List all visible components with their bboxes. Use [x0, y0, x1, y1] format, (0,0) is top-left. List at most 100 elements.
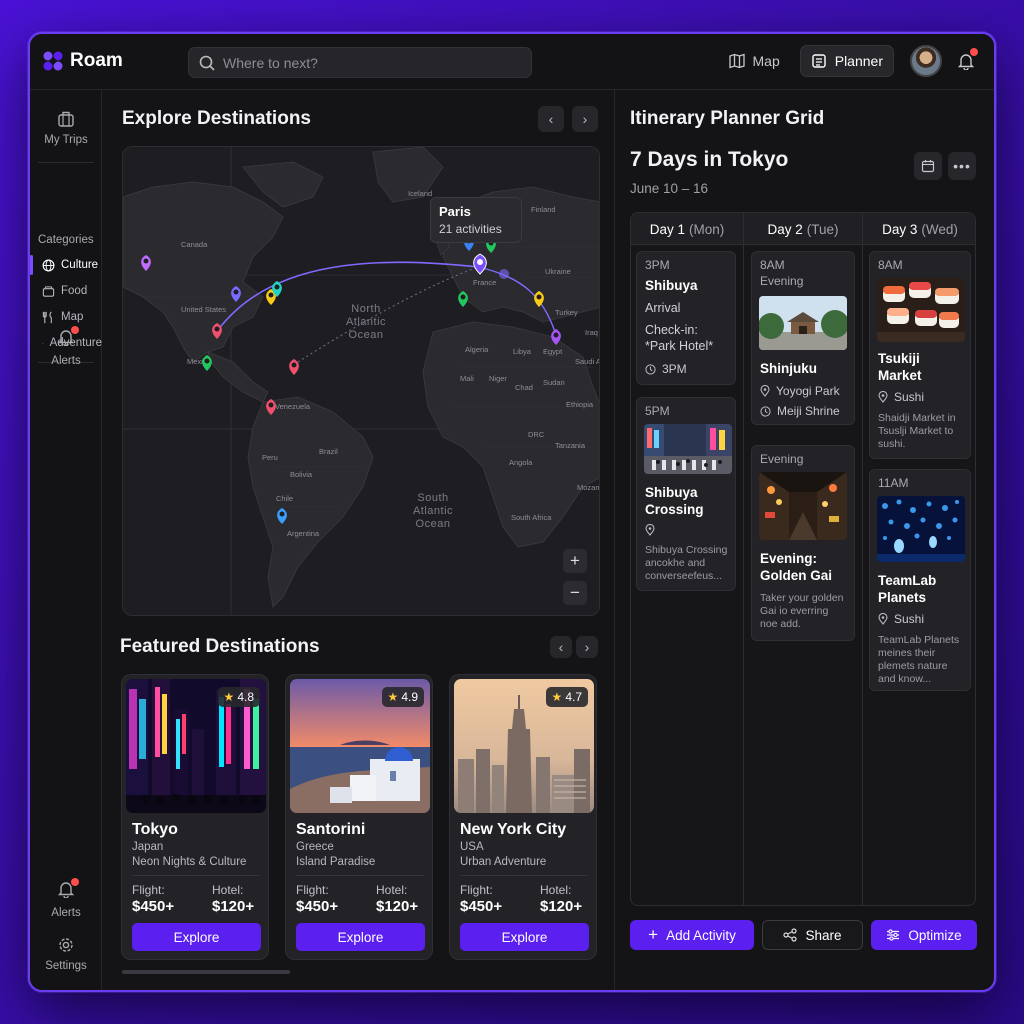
destination-card-santorini[interactable]: ★ 4.9 Santorini Greece Island Paradise Fl… — [285, 674, 433, 960]
rating-badge: ★ 4.7 — [545, 687, 588, 707]
alerts-icon-wrap — [57, 326, 79, 349]
explore-button[interactable]: Explore — [460, 923, 589, 951]
add-activity-label: Add Activity — [666, 927, 736, 943]
user-avatar[interactable] — [910, 45, 942, 77]
trip-title: 7 Days in Tokyo — [630, 148, 789, 171]
sushi-image — [877, 278, 965, 342]
tooltip-activities: 21 activities — [439, 222, 502, 236]
day-1-header[interactable]: Day 1 (Mon) — [631, 213, 743, 245]
more-dots-icon: ••• — [953, 158, 971, 174]
featured-prev-button[interactable]: ‹ — [550, 636, 572, 658]
day-3-header[interactable]: Day 3 (Wed) — [863, 213, 975, 245]
activity-card-golden-gai[interactable]: Evening Evening: Golden Gai Taker your g… — [751, 445, 855, 641]
rating-value: 4.7 — [565, 690, 582, 704]
map-label-chad: Chad — [515, 383, 533, 392]
ocean-label-north-1: North — [351, 303, 380, 315]
zoom-in-button[interactable]: + — [563, 549, 587, 573]
featured-title: Featured Destinations — [120, 636, 320, 657]
rating-badge: ★ 4.8 — [217, 687, 260, 707]
more-options-button[interactable]: ••• — [948, 152, 976, 180]
explore-prev-button[interactable]: ‹ — [538, 106, 564, 132]
sidebar-category-culture[interactable]: Culture — [30, 254, 102, 276]
sidebar-category-map[interactable]: Map — [30, 306, 102, 328]
map-nav-button[interactable]: Map — [719, 45, 790, 77]
add-activity-button[interactable]: + Add Activity — [630, 920, 754, 950]
flight-label: Flight: — [296, 883, 329, 897]
notification-dot — [970, 48, 978, 56]
featured-next-button[interactable]: › — [576, 636, 598, 658]
activity-card-teamlab[interactable]: 11AM TeamLab Planets Sushi TeamLab Plane… — [869, 469, 971, 691]
calendar-button[interactable] — [914, 152, 942, 180]
activity-title: Tsukiji — [878, 351, 920, 366]
flight-price: $450+ — [132, 898, 175, 915]
chevron-left-icon: ‹ — [558, 639, 564, 655]
map-label-mozambique: Mozamb — [577, 483, 600, 492]
destination-card-new-york[interactable]: ★ 4.7 New York City USA Urban Adventure F… — [449, 674, 597, 960]
activity-card-shinjuku[interactable]: 8AM Evening Shinjuku Yoyogi Park Meiji S… — [751, 251, 855, 425]
activity-card-tsukiji[interactable]: 8AM Tsukiji Market Sushi Shaidji Market … — [869, 251, 971, 459]
zoom-out-button[interactable]: − — [563, 581, 587, 605]
column-divider — [743, 213, 744, 905]
activity-text: *Park Hotel* — [645, 339, 714, 353]
search-input[interactable] — [223, 54, 513, 71]
map-label-us: United States — [181, 305, 226, 314]
activity-title: Evening: — [760, 551, 818, 566]
weekday-label: (Mon) — [689, 221, 725, 237]
activity-description: Shaidji Market in Tsuslji Market to sush… — [878, 412, 956, 450]
top-bar: Roam Map Planner — [30, 34, 994, 90]
rating-value: 4.8 — [237, 690, 254, 704]
sidebar-item-alerts-top[interactable]: Alerts — [30, 326, 102, 367]
map-label-libya: Libya — [513, 347, 532, 356]
explore-button[interactable]: Explore — [296, 923, 425, 951]
map-label-algeria: Algeria — [465, 345, 489, 354]
logo[interactable]: Roam — [42, 50, 123, 72]
featured-scrollbar[interactable] — [122, 970, 290, 974]
new-york-image: ★ 4.7 — [454, 679, 594, 813]
map-label-turkey: Turkey — [555, 308, 578, 317]
card-tagline: Island Paradise — [296, 856, 376, 868]
activity-time: 11AM — [878, 476, 909, 490]
planner-icon — [812, 54, 826, 68]
notifications-button[interactable] — [952, 47, 980, 75]
world-map[interactable]: Iceland Finland Canada France Ukraine Un… — [122, 146, 600, 616]
explore-next-button[interactable]: › — [572, 106, 598, 132]
card-divider — [296, 875, 424, 876]
share-button[interactable]: Share — [762, 920, 863, 950]
alerts-icon-wrap — [57, 878, 79, 901]
search-bar[interactable] — [188, 47, 532, 78]
explore-button[interactable]: Explore — [132, 923, 261, 951]
day-label: Day 3 — [882, 221, 918, 237]
day-2-header[interactable]: Day 2 (Tue) — [744, 213, 862, 245]
activity-card-shibuya-crossing[interactable]: 5PM Shibuya Crossing Shibuya Crossing an… — [636, 397, 736, 591]
sidebar-category-food[interactable]: Food — [30, 280, 102, 302]
notification-dot — [71, 326, 79, 334]
activity-card-shibuya-arrival[interactable]: 3PM Shibuya Arrival Check-in: *Park Hote… — [636, 251, 736, 385]
suitcase-icon — [58, 111, 74, 127]
sidebar-item-my-trips[interactable]: My Trips — [30, 110, 102, 146]
minus-icon: − — [570, 583, 580, 602]
location-pin-icon — [760, 385, 770, 397]
roam-logo-icon — [43, 51, 63, 71]
map-label-chile: Chile — [276, 494, 293, 503]
chevron-right-icon: › — [582, 111, 588, 127]
planner-nav-label: Planner — [834, 53, 883, 69]
map-label-egypt: Egypt — [543, 347, 563, 356]
sidebar-item-alerts-bottom[interactable]: Alerts — [30, 878, 102, 919]
location-pin-icon — [645, 524, 655, 536]
sidebar-item-settings[interactable]: Settings — [30, 936, 102, 972]
activity-description: TeamLab Planets meines their plemets nat… — [878, 634, 960, 685]
day-label: Day 2 — [767, 221, 803, 237]
activity-time: Evening — [760, 452, 804, 466]
share-icon — [783, 928, 798, 942]
activity-title: TeamLab — [878, 573, 937, 588]
planner-nav-button[interactable]: Planner — [799, 45, 894, 77]
ocean-label-north-2: Atlantic — [346, 316, 386, 328]
map-label-sudan: Sudan — [543, 378, 565, 387]
map-label-argentina: Argentina — [287, 529, 320, 538]
food-box-icon — [42, 285, 55, 297]
top-nav: Map Planner — [719, 45, 995, 77]
destination-card-tokyo[interactable]: ★ 4.8 Tokyo Japan Neon Nights & Culture F… — [121, 674, 269, 960]
category-label: Food — [61, 285, 88, 297]
activity-title: Shibuya — [645, 485, 698, 500]
optimize-button[interactable]: Optimize — [871, 920, 977, 950]
